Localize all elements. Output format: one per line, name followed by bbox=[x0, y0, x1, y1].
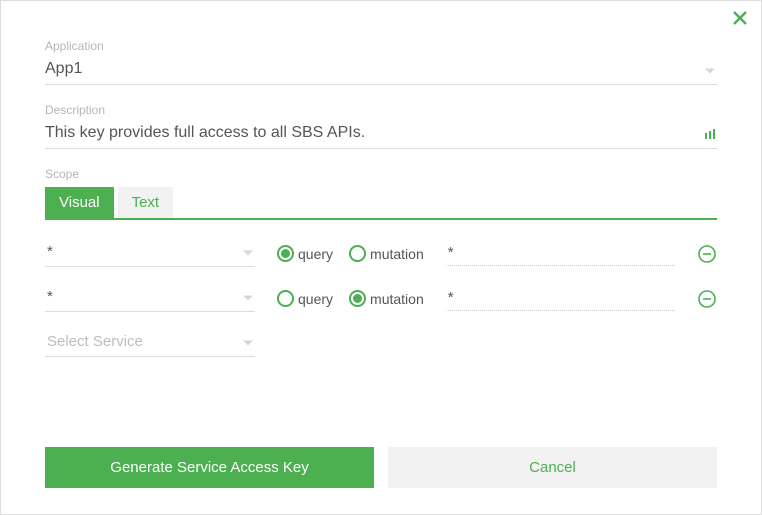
scope-tabs: Visual Text bbox=[45, 187, 717, 220]
method-input[interactable]: * bbox=[446, 241, 675, 266]
edit-icon[interactable] bbox=[703, 125, 717, 144]
application-label: Application bbox=[45, 39, 717, 53]
operation-radio-group: query mutation bbox=[277, 245, 424, 262]
chevron-down-icon bbox=[705, 68, 715, 73]
service-value: * bbox=[47, 243, 53, 260]
description-value: This key provides full access to all SBS… bbox=[45, 124, 365, 141]
radio-mutation-label: mutation bbox=[370, 246, 424, 262]
method-input[interactable]: * bbox=[446, 286, 675, 311]
radio-mutation-label: mutation bbox=[370, 291, 424, 307]
radio-mutation[interactable]: mutation bbox=[349, 290, 424, 307]
service-placeholder: Select Service bbox=[47, 333, 143, 350]
description-input[interactable]: This key provides full access to all SBS… bbox=[45, 121, 717, 149]
chevron-down-icon bbox=[243, 251, 253, 256]
radio-mutation[interactable]: mutation bbox=[349, 245, 424, 262]
description-label: Description bbox=[45, 103, 717, 117]
radio-icon bbox=[349, 245, 366, 262]
cancel-button[interactable]: Cancel bbox=[388, 447, 717, 488]
radio-icon bbox=[277, 245, 294, 262]
generate-button[interactable]: Generate Service Access Key bbox=[45, 447, 374, 488]
service-select[interactable]: * bbox=[45, 285, 255, 312]
radio-icon bbox=[349, 290, 366, 307]
close-icon[interactable] bbox=[731, 9, 749, 32]
application-value: App1 bbox=[45, 60, 82, 77]
radio-query[interactable]: query bbox=[277, 290, 333, 307]
service-value: * bbox=[47, 288, 53, 305]
chevron-down-icon bbox=[243, 296, 253, 301]
service-select[interactable]: * bbox=[45, 240, 255, 267]
radio-query-label: query bbox=[298, 246, 333, 262]
remove-row-button[interactable] bbox=[697, 244, 717, 264]
scope-label: Scope bbox=[45, 167, 717, 181]
scope-row: * query mutation * bbox=[45, 285, 717, 312]
create-service-key-dialog: Application App1 Description This key pr… bbox=[1, 1, 761, 514]
chevron-down-icon bbox=[243, 341, 253, 346]
description-field: Description This key provides full acces… bbox=[45, 103, 717, 149]
operation-radio-group: query mutation bbox=[277, 290, 424, 307]
scope-row-add: Select Service bbox=[45, 330, 717, 357]
scope-field: Scope Visual Text * query bbox=[45, 167, 717, 357]
radio-query-label: query bbox=[298, 291, 333, 307]
radio-query[interactable]: query bbox=[277, 245, 333, 262]
dialog-footer: Generate Service Access Key Cancel bbox=[45, 447, 717, 488]
scope-row: * query mutation * bbox=[45, 240, 717, 267]
service-select-add[interactable]: Select Service bbox=[45, 330, 255, 357]
method-value: * bbox=[448, 289, 454, 306]
scope-rows: * query mutation * bbox=[45, 240, 717, 357]
tab-visual[interactable]: Visual bbox=[45, 187, 114, 218]
radio-icon bbox=[277, 290, 294, 307]
tab-text[interactable]: Text bbox=[118, 187, 174, 218]
remove-row-button[interactable] bbox=[697, 289, 717, 309]
method-value: * bbox=[448, 244, 454, 261]
application-field: Application App1 bbox=[45, 39, 717, 85]
application-select[interactable]: App1 bbox=[45, 57, 717, 85]
